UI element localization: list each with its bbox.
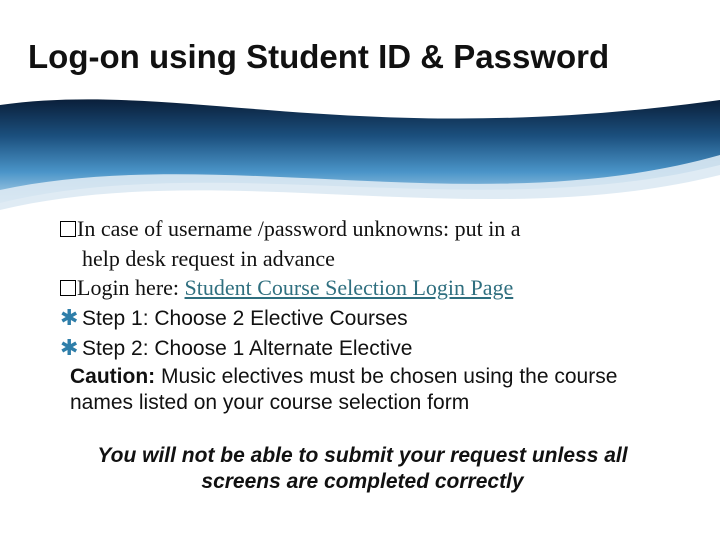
checkbox-icon — [60, 280, 76, 296]
text: Step 1: Choose 2 Elective Courses — [82, 307, 408, 330]
step-1: ✱Step 1: Choose 2 Elective Courses — [60, 304, 665, 332]
final-line-1: You will not be able to submit your requ… — [64, 443, 661, 469]
text: In case of username /password unknowns: … — [77, 216, 521, 241]
bullet-login: Login here: Student Course Selection Log… — [60, 274, 665, 302]
star-icon: ✱ — [60, 334, 82, 362]
checkbox-icon — [60, 221, 76, 237]
text: Step 2: Choose 1 Alternate Elective — [82, 337, 412, 360]
title-area: Log-on using Student ID & Password — [0, 30, 720, 76]
bullet-unknowns-cont: help desk request in advance — [60, 245, 665, 273]
slide-title: Log-on using Student ID & Password — [28, 38, 692, 76]
step-2: ✱Step 2: Choose 1 Alternate Elective — [60, 334, 665, 362]
caution-line: Caution: Music electives must be chosen … — [60, 364, 665, 417]
text: help desk request in advance — [82, 246, 335, 271]
star-icon: ✱ — [60, 304, 82, 332]
caution-label: Caution: — [70, 365, 155, 388]
login-link[interactable]: Student Course Selection Login Page — [185, 275, 514, 300]
text: Login here: — [77, 275, 185, 300]
final-warning: You will not be able to submit your requ… — [60, 443, 665, 496]
body-content: In case of username /password unknowns: … — [60, 215, 665, 495]
decorative-wave — [0, 95, 720, 215]
bullet-unknowns: In case of username /password unknowns: … — [60, 215, 665, 243]
slide: Log-on using Student ID & Password In ca… — [0, 0, 720, 540]
final-line-2: screens are completed correctly — [64, 469, 661, 495]
